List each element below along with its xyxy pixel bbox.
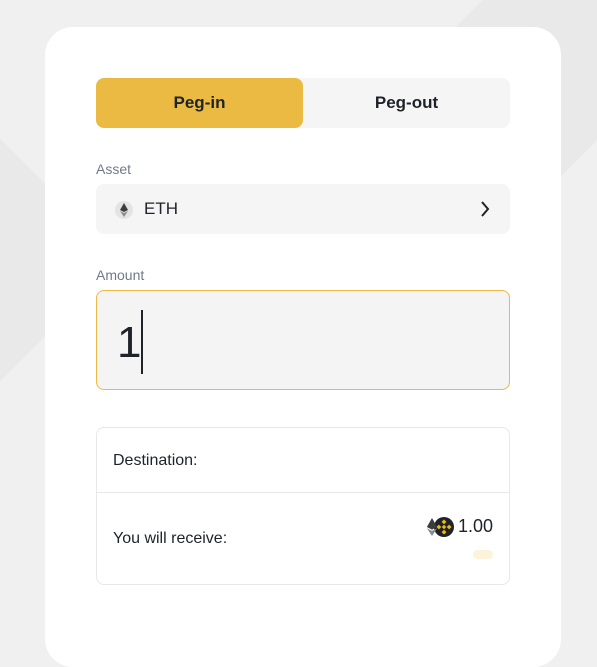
receive-value: 1.00 bbox=[424, 516, 493, 537]
asset-label: Asset bbox=[96, 161, 132, 177]
loading-placeholder bbox=[473, 550, 493, 559]
asset-name: ETH bbox=[144, 199, 178, 218]
destination-label: Destination: bbox=[113, 452, 198, 469]
peg-tabs: Peg-in Peg-out bbox=[96, 78, 510, 128]
receive-label: You will receive: bbox=[113, 530, 228, 547]
eth-icon bbox=[424, 517, 438, 536]
amount-label: Amount bbox=[96, 267, 145, 283]
asset-select[interactable]: ETH bbox=[96, 184, 510, 234]
tab-peg-in[interactable]: Peg-in bbox=[96, 78, 303, 128]
receive-amount: 1.00 bbox=[457, 516, 493, 536]
amount-input[interactable]: 1 bbox=[96, 290, 510, 390]
divider bbox=[97, 492, 509, 493]
text-caret bbox=[141, 310, 143, 374]
eth-icon bbox=[115, 201, 133, 219]
chevron-right-icon bbox=[481, 201, 490, 217]
tab-peg-out[interactable]: Peg-out bbox=[303, 78, 510, 128]
bridge-card: Peg-in Peg-out Asset ETH Amount 1 Destin… bbox=[45, 27, 561, 667]
summary-panel: Destination: You will receive: 1.00 bbox=[96, 427, 510, 585]
amount-value: 1 bbox=[117, 318, 142, 367]
